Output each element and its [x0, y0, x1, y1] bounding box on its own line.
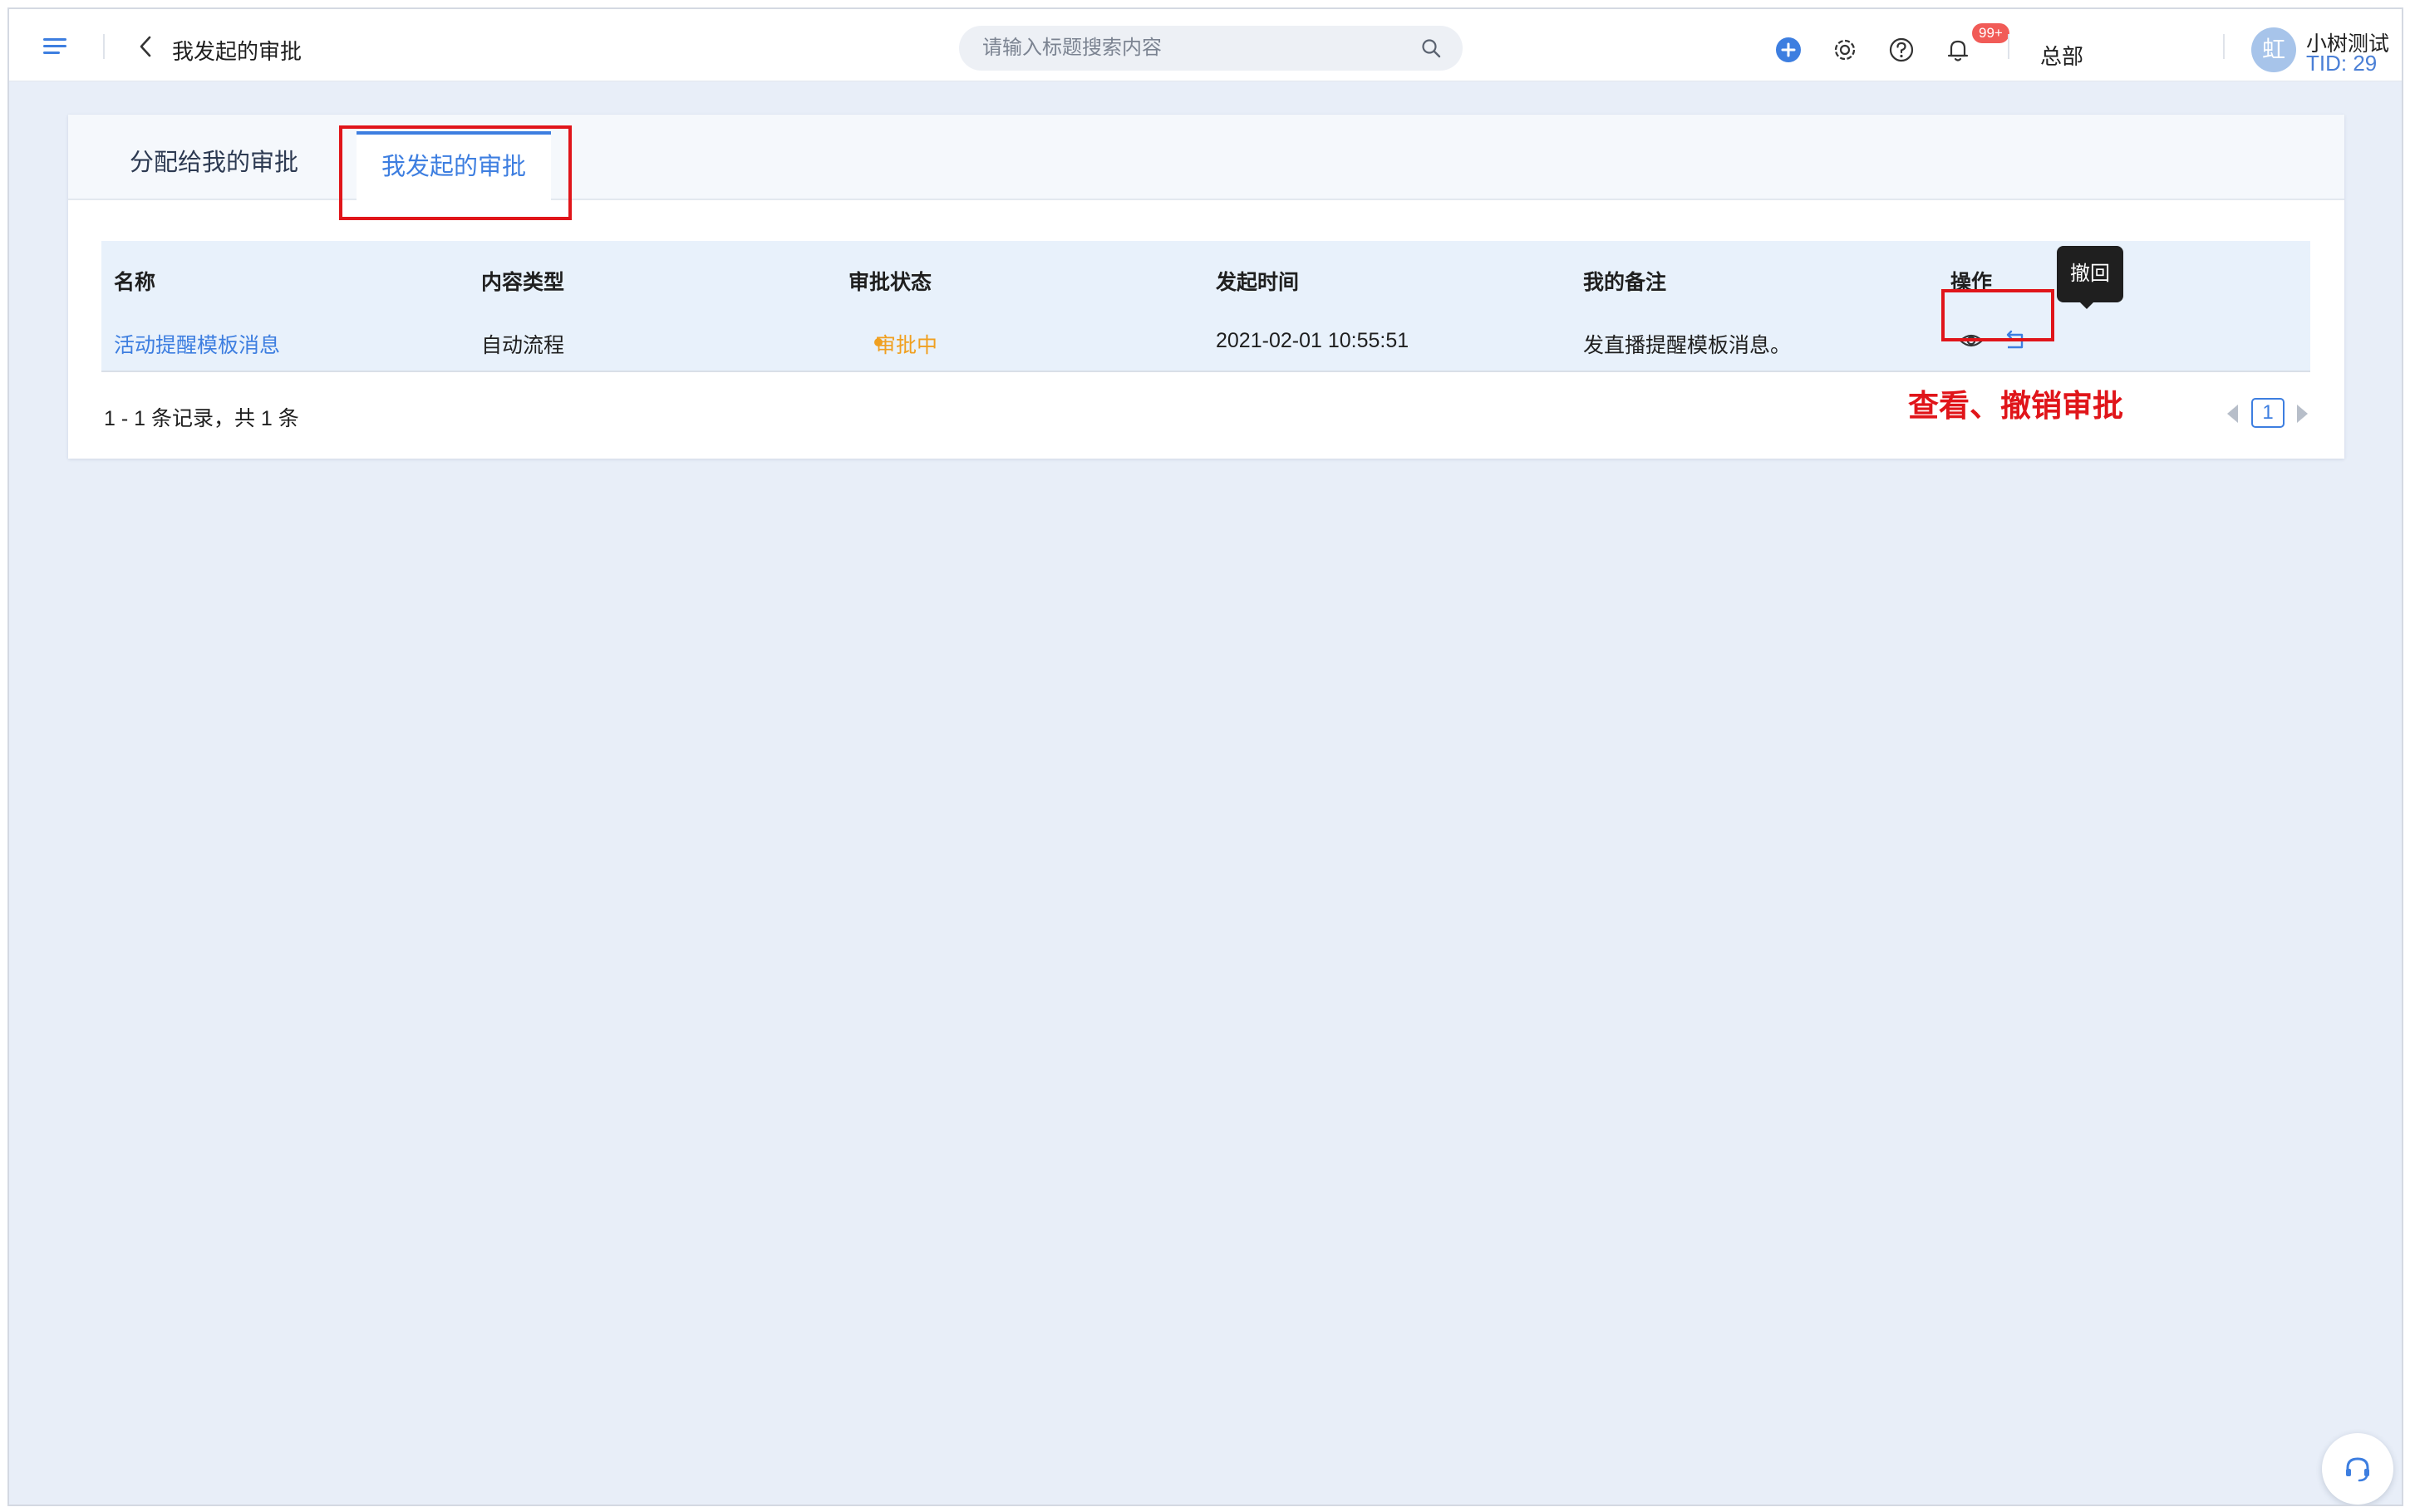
approval-card: 分配给我的审批 我发起的审批 名称 内容类型 审批状态 发起时间 我的备注 操作…	[68, 115, 2344, 459]
page-number[interactable]: 1	[2251, 398, 2285, 428]
help-icon[interactable]	[1887, 36, 1916, 64]
notification-badge: 99+	[1972, 23, 2009, 43]
header-divider	[2008, 34, 2009, 59]
user-tid: TID: 29	[2306, 51, 2378, 76]
row-content-type: 自动流程	[481, 334, 565, 357]
org-selector[interactable]: 总部	[2040, 40, 2083, 71]
search-icon[interactable]	[1419, 37, 1443, 60]
avatar[interactable]: 虹	[2251, 27, 2296, 72]
col-header-status: 审批状态	[848, 271, 932, 294]
app-window: 我发起的审批 请输入标题搜索内容 99+ 总部 虹 小树测试 TID: 29 分…	[7, 7, 2403, 1506]
row-name-link[interactable]: 活动提醒模板消息	[114, 329, 280, 359]
page-title: 我发起的审批	[172, 39, 302, 64]
action-highlight-box	[1941, 289, 2054, 341]
top-header: 我发起的审批 请输入标题搜索内容 99+ 总部 虹 小树测试 TID: 29	[9, 9, 2402, 81]
row-status: 审批中	[875, 334, 938, 357]
bell-icon[interactable]	[1944, 36, 1972, 64]
revoke-tooltip: 撤回	[2057, 246, 2123, 302]
tooltip-arrow	[2078, 301, 2095, 309]
annotation-text: 查看、撤销审批	[1908, 389, 2123, 423]
header-divider	[2223, 34, 2225, 59]
record-count: 1 - 1 条记录，共 1 条	[104, 407, 299, 430]
tab-highlight-box	[339, 125, 572, 220]
col-header-created-at: 发起时间	[1216, 271, 1300, 294]
tab-assigned-to-me[interactable]: 分配给我的审批	[130, 143, 298, 178]
col-header-name: 名称	[114, 271, 156, 294]
search-box	[959, 26, 1463, 71]
header-divider	[103, 34, 105, 59]
add-icon[interactable]	[1774, 36, 1803, 64]
search-input[interactable]	[982, 26, 1398, 71]
col-header-content-type: 内容类型	[481, 271, 565, 294]
prev-page-icon[interactable]	[2225, 401, 2240, 426]
row-note: 发直播提醒模板消息。	[1583, 334, 1792, 357]
back-icon[interactable]	[134, 34, 159, 59]
next-page-icon[interactable]	[2295, 401, 2310, 426]
menu-icon[interactable]	[42, 34, 70, 59]
col-header-note: 我的备注	[1583, 271, 1667, 294]
settings-icon[interactable]	[1831, 36, 1859, 64]
row-created-at: 2021-02-01 10:55:51	[1216, 329, 1409, 352]
support-button[interactable]	[2322, 1433, 2393, 1505]
